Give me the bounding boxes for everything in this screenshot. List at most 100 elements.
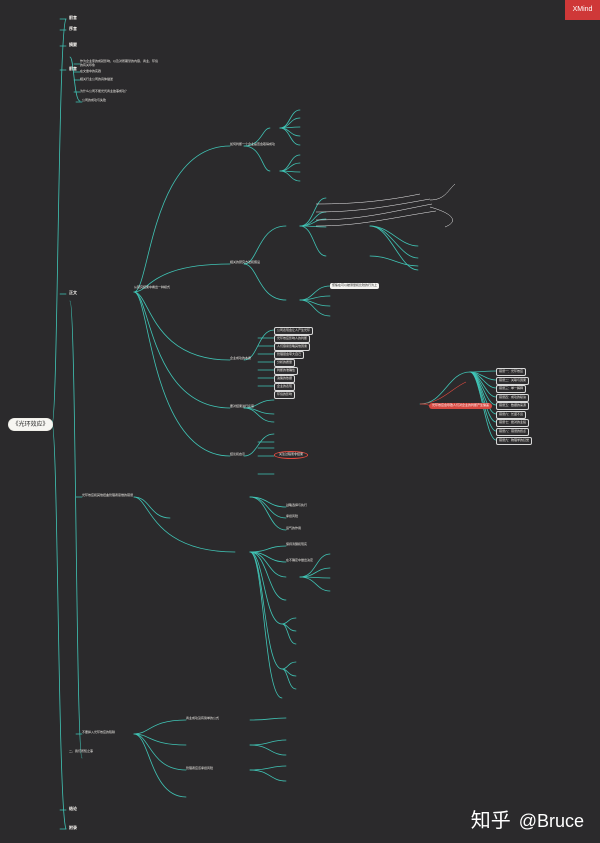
right-chain-1 [369, 225, 419, 247]
focus-spine [243, 433, 275, 457]
right-list-3[interactable]: 人们容易忽略其他因素 [274, 343, 311, 351]
chapter-one[interactable]: 公司的成功与失败 [82, 98, 106, 103]
upper-group-b [243, 145, 271, 172]
white-connector-5 [429, 183, 456, 201]
white-connector-6 [429, 206, 453, 228]
branch-a[interactable]: 前言 [69, 15, 77, 21]
branch-b[interactable]: 序言 [69, 26, 77, 32]
fault-label[interactable]: 相关的研究方法和假设 [230, 260, 260, 265]
chapter3-spine [133, 719, 187, 735]
right-list-6[interactable]: 判断的准确性 [274, 367, 299, 375]
right-list-2[interactable]: 光环效应影响人的判断 [274, 335, 311, 343]
right-list-4[interactable]: 管理层会夸大自己 [274, 351, 305, 359]
mid-group-x5 [299, 225, 327, 257]
white-connector-1 [315, 193, 421, 205]
core-label[interactable]: 要对结果进行反思 [230, 404, 254, 409]
flag-note[interactable]: 光环效应会导致人们对企业的判断产生偏差 [429, 403, 493, 409]
chapter3-r3 [249, 744, 287, 756]
red-link-2 [419, 381, 467, 405]
bottom-heading[interactable]: 二、我们所知之事 [69, 749, 93, 754]
central-topic[interactable]: 《光环效应》 [9, 419, 52, 430]
lower-risk[interactable]: 承担风险 [286, 514, 298, 519]
circle-note[interactable]: 关注过程而非结果 [274, 451, 309, 459]
mid-group-spine-2 [243, 263, 287, 301]
right-list-7[interactable]: 决策的依据 [274, 375, 296, 383]
intro-check[interactable]: 为什么公司不能光凭商业故事成功？ [80, 89, 128, 94]
far-right-8-label[interactable]: 错误八：错误的终点 [496, 428, 530, 436]
chapter-three[interactable]: 不要掉入光环效应的陷阱 [82, 730, 115, 735]
far-right-anchor [419, 371, 471, 405]
watermark: 知乎 @Bruce [471, 804, 584, 833]
right-chain-4 [369, 255, 419, 267]
far-right-6-label[interactable]: 错误六：长盛不衰 [496, 411, 527, 419]
chapter2-lower-8 [281, 668, 297, 690]
far-right-9-label[interactable]: 错误九：物理学的幻觉 [496, 437, 533, 445]
right-chain-3 [369, 225, 419, 271]
chapter3-spine-4 [133, 733, 187, 798]
lower-mid-10 [243, 407, 275, 423]
far-right-7-label[interactable]: 错误七：绝对的业绩 [496, 419, 530, 427]
far-right-2-label[interactable]: 错误二：关联与因果 [496, 377, 530, 385]
chapter-four-label[interactable]: 结论和启示 [230, 452, 245, 457]
center-trunk-2 [133, 291, 231, 457]
chapter2-lower-2 [281, 617, 297, 625]
chapter2-lower-9 [249, 551, 283, 699]
intro-loop[interactable]: 相关行业公司的具体描述 [80, 77, 113, 82]
branch-g[interactable]: 附录 [69, 825, 77, 831]
focus-note[interactable]: 聚焦在可以被测量和比较的行为上 [330, 283, 380, 289]
lower-balance[interactable]: 在不确定中做出决定 [286, 558, 313, 563]
lower-realism[interactable]: 保持清醒和现实 [286, 542, 307, 547]
far-right-8 [469, 371, 497, 432]
chapter2-lower-5 [249, 551, 283, 670]
branch-c[interactable]: 摘要 [69, 42, 77, 48]
branch-f[interactable]: 结论 [69, 806, 77, 812]
chapter2-right-2 [249, 496, 287, 519]
white-connector-3 [315, 203, 433, 221]
upper-group-a5 [279, 127, 301, 146]
chapter2-lower-6 [281, 661, 297, 670]
upper-group-b2 [279, 162, 301, 172]
deep-note[interactable]: 从研究结果中看出一种模式 [134, 285, 192, 290]
upper-group-b4 [279, 170, 301, 182]
bottom-s2[interactable]: 管理者应该承担风险 [186, 766, 213, 771]
chapter2-right-4 [249, 545, 287, 553]
body-spine [69, 300, 83, 759]
center-trunk [133, 145, 231, 293]
chapter2-deep-2 [299, 567, 331, 578]
watermark-handle: @Bruce [518, 811, 584, 831]
branch-e[interactable]: 正文 [69, 290, 77, 296]
right-chain-2 [369, 225, 419, 259]
intro-notes[interactable]: 作为企业家的成就影响，以及对所期望的内容、商业、环境的有关印象 [80, 59, 160, 67]
watermark-brand: 知乎 [470, 810, 511, 832]
upper-group-a4 [279, 127, 301, 137]
chapter3-r2 [249, 739, 287, 746]
chapter-two[interactable]: 光环效应和其他扭曲管理者思维的错误 [82, 493, 133, 498]
mind-map-canvas: XMind 《光环效应》 前言 序言 摘要 前言 正文 结论 附录 作为企业家的… [0, 0, 600, 843]
hints-label[interactable]: 如何判断一个企业是否会取得成功 [230, 142, 275, 147]
intro-cache[interactable]: 在文章中的实践 [80, 69, 101, 74]
right-list-1[interactable]: 公司表现会让人产生光环 [274, 327, 314, 335]
mid-group-y2 [299, 295, 331, 301]
root-branch-down [51, 423, 67, 830]
far-right-3-label[interactable]: 错误三：单一解释 [496, 385, 527, 393]
far-right-1-label[interactable]: 错误一：光环效应 [496, 368, 527, 376]
right-list-8[interactable]: 企业的表现 [274, 383, 296, 391]
chapter2-spine [133, 496, 171, 519]
upper-group-a1 [279, 109, 301, 129]
branch-d[interactable]: 前言 [69, 66, 77, 72]
lower-strategy[interactable]: 战略选择与执行 [286, 503, 307, 508]
bottom-s1[interactable]: 商业成功没有简单的公式 [186, 716, 219, 721]
chapter3-r4 [249, 765, 287, 771]
right-list-5[interactable]: 分析的质量 [274, 359, 296, 367]
far-right-5-label[interactable]: 错误五：数据的来源 [496, 402, 530, 410]
chapter2-deep-4 [299, 576, 331, 592]
far-right-4-label[interactable]: 错误四：成功的秘诀 [496, 394, 530, 402]
white-connector-4 [315, 210, 437, 227]
lower-luck[interactable]: 运气的作用 [286, 526, 301, 531]
mid-group-y4 [299, 299, 331, 317]
chapter3-r1 [249, 717, 287, 721]
far-right-1 [469, 370, 497, 373]
right-list-9[interactable]: 环境的影响 [274, 391, 296, 399]
chapter2-lower-1 [249, 551, 283, 625]
fix-label[interactable]: 企业成功的本质 [230, 356, 251, 361]
